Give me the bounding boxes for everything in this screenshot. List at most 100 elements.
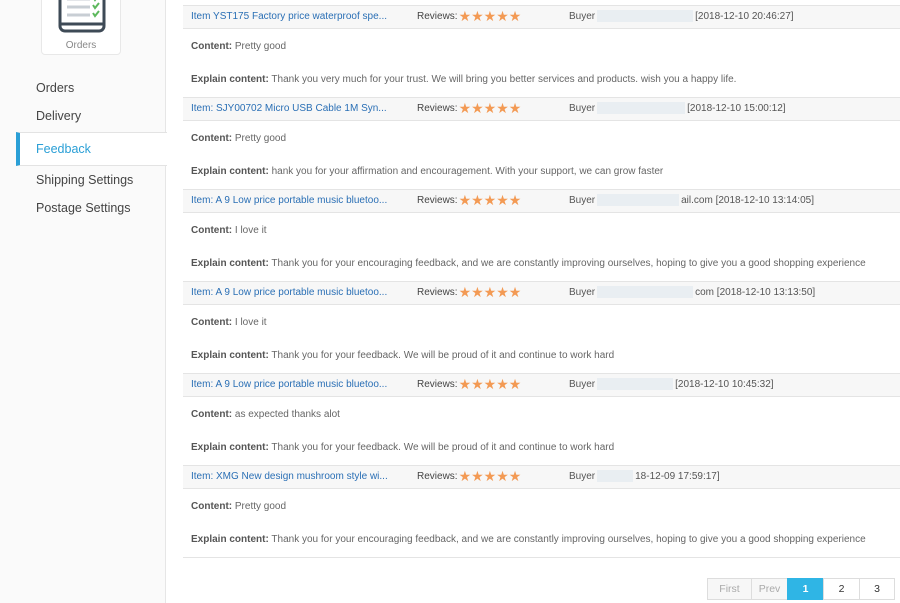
explain-row: Explain content: Thank you very much for… [191,74,736,85]
sidebar-nav: Orders Delivery Feedback Shipping Settin… [0,75,167,223]
star-rating-icon: ★★★★★ [458,100,522,116]
buyer: Buyer [2018-12-10 15:00:12] [569,98,786,120]
item-link[interactable]: Item: SJY00702 Micro USB Cable 1M Syn... [191,98,396,120]
content-row: Content: I love it [191,225,267,236]
buyer-redacted [597,378,674,391]
content-label: Content: [191,317,233,328]
explain-text: hank you for your affirmation and encour… [271,166,664,177]
item-link[interactable]: Item: A 9 Low price portable music bluet… [191,282,396,304]
content-text: Pretty good [234,41,287,52]
content-label: Content: [191,409,233,420]
feedback-entry: Item YST175 Factory price waterproof spe… [183,5,900,97]
feedback-header-row: Item: XMG New design mushroom style wi..… [183,465,900,489]
explain-row: Explain content: Thank you for your feed… [191,350,614,361]
sidebar-item-postage-settings[interactable]: Postage Settings [0,195,166,223]
explain-label: Explain content: [191,534,269,545]
reviews-label: Reviews: [417,287,458,298]
buyer-label: Buyer [569,471,596,482]
content-label: Content: [191,41,233,52]
star-rating-icon: ★★★★★ [458,8,522,24]
explain-label: Explain content: [191,74,269,85]
checklist-icon [58,0,106,33]
explain-label: Explain content: [191,166,269,177]
first-page-button[interactable]: First [707,578,752,600]
star-rating-icon: ★★★★★ [458,284,522,300]
buyer-timestamp: [2018-12-10 10:45:32] [675,379,774,390]
explain-label: Explain content: [191,442,269,453]
sidebar-item-feedback[interactable]: Feedback [16,132,167,166]
feedback-list: Item YST175 Factory price waterproof spe… [183,0,900,603]
content-row: Content: I love it [191,317,267,328]
buyer: Buyer [2018-12-10 20:46:27] [569,6,794,28]
page-3-button[interactable]: 3 [859,578,895,600]
content-label: Content: [191,225,233,236]
content-label: Content: [191,501,233,512]
buyer-redacted [597,194,680,207]
explain-text: Thank you for your feedback. We will be … [271,442,615,453]
buyer-timestamp: 18-12-09 17:59:17] [635,471,720,482]
feedback-header-row: Item: A 9 Low price portable music bluet… [183,281,900,305]
content-row: Content: Pretty good [191,133,286,144]
module-label: Orders [65,40,97,51]
feedback-header-row: Item YST175 Factory price waterproof spe… [183,5,900,29]
sidebar-item-delivery[interactable]: Delivery [0,103,166,131]
sidebar-item-shipping-settings[interactable]: Shipping Settings [0,167,166,195]
buyer: Buyer [2018-12-10 10:45:32] [569,374,774,396]
explain-row: Explain content: hank you for your affir… [191,166,663,177]
star-rating-icon: ★★★★★ [458,376,522,392]
content-label: Content: [191,133,233,144]
buyer-label: Buyer [569,379,596,390]
sidebar-item-orders[interactable]: Orders [0,75,166,103]
buyer-redacted [597,10,694,23]
reviews: Reviews:★★★★★ [417,98,521,120]
explain-text: Thank you very much for your trust. We w… [271,74,737,85]
item-link[interactable]: Item: XMG New design mushroom style wi..… [191,466,396,488]
list-end-divider [183,557,900,558]
explain-text: Thank you for your encouraging feedback,… [271,258,866,269]
reviews: Reviews:★★★★★ [417,6,521,28]
feedback-entry: Item: A 9 Low price portable music bluet… [183,189,900,281]
page-1-button[interactable]: 1 [787,578,824,600]
feedback-header-row: Item: SJY00702 Micro USB Cable 1M Syn...… [183,97,900,121]
star-rating-icon: ★★★★★ [458,468,522,484]
pagination: First Prev 1 2 3 [707,578,895,600]
feedback-header-row: Item: A 9 Low price portable music bluet… [183,189,900,213]
explain-row: Explain content: Thank you for your enco… [191,534,866,545]
buyer-label: Buyer [569,287,596,298]
reviews: Reviews:★★★★★ [417,466,521,488]
explain-row: Explain content: Thank you for your enco… [191,258,866,269]
reviews-label: Reviews: [417,11,458,22]
page-2-button[interactable]: 2 [823,578,860,600]
feedback-header-row: Item: A 9 Low price portable music bluet… [183,373,900,397]
content-text: Pretty good [234,501,287,512]
reviews-label: Reviews: [417,103,458,114]
orders-module-card[interactable]: Orders [41,0,121,55]
feedback-entry: Item: XMG New design mushroom style wi..… [183,465,900,557]
buyer: Buyer ail.com [2018-12-10 13:14:05] [569,190,814,212]
buyer: Buyer 18-12-09 17:59:17] [569,466,720,488]
explain-text: Thank you for your feedback. We will be … [271,350,615,361]
prev-page-button[interactable]: Prev [751,578,788,600]
buyer-redacted [597,286,694,299]
reviews: Reviews:★★★★★ [417,374,521,396]
buyer: Buyer com [2018-12-10 13:13:50] [569,282,815,304]
reviews: Reviews:★★★★★ [417,190,521,212]
content-row: Content: Pretty good [191,41,286,52]
content-text: as expected thanks alot [234,409,340,420]
item-link[interactable]: Item YST175 Factory price waterproof spe… [191,6,396,28]
buyer-label: Buyer [569,195,596,206]
explain-label: Explain content: [191,258,269,269]
buyer-timestamp: com [2018-12-10 13:13:50] [695,287,816,298]
buyer-redacted [597,102,686,115]
feedback-entry: Item: A 9 Low price portable music bluet… [183,373,900,465]
explain-row: Explain content: Thank you for your feed… [191,442,614,453]
item-link[interactable]: Item: A 9 Low price portable music bluet… [191,374,396,396]
buyer-redacted [597,470,634,483]
buyer-label: Buyer [569,103,596,114]
buyer-timestamp: ail.com [2018-12-10 13:14:05] [681,195,814,206]
item-link[interactable]: Item: A 9 Low price portable music bluet… [191,190,396,212]
sidebar: Orders Orders Delivery Feedback Shipping… [0,0,167,603]
content-text: Pretty good [234,133,287,144]
reviews-label: Reviews: [417,195,458,206]
explain-label: Explain content: [191,350,269,361]
